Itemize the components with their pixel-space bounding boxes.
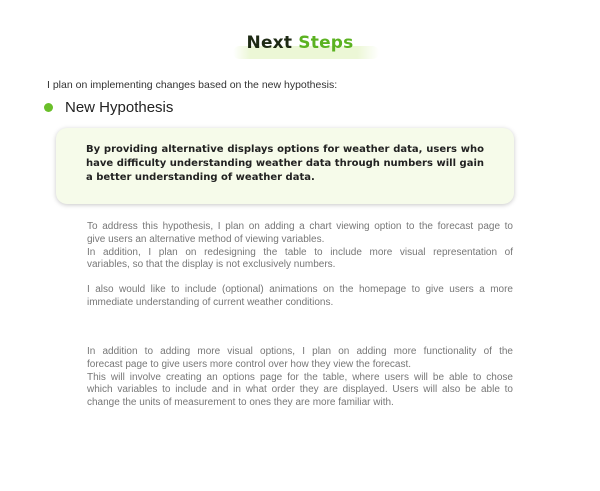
paragraph-line: immediate understanding of current weath… — [87, 296, 334, 308]
title-container: Next Steps — [0, 30, 600, 59]
page-title-word-1: Next — [246, 33, 293, 53]
paragraph-line: I also would like to include (optional) … — [87, 284, 513, 295]
paragraph-line: This will involve creating an options pa… — [87, 371, 513, 383]
hypothesis-bullet: New Hypothesis — [44, 99, 173, 116]
paragraph-line: To address this hypothesis, I plan on ad… — [87, 221, 513, 232]
paragraph-line: forecast page to give users more control… — [87, 358, 412, 370]
bullet-heading: New Hypothesis — [65, 99, 174, 116]
intro-text: I plan on implementing changes based on … — [47, 79, 338, 91]
paragraph-1: To address this hypothesis, I plan on ad… — [87, 221, 513, 272]
hypothesis-statement: By providing alternative displays option… — [86, 144, 484, 183]
paragraph-line: which variables to include and in what o… — [87, 384, 513, 396]
paragraph-3: In addition to adding more visual option… — [87, 346, 513, 410]
bullet-dot-icon — [44, 103, 53, 112]
paragraph-2: I also would like to include (optional) … — [87, 284, 513, 310]
paragraph-line: variables, so that the display is not ex… — [87, 259, 336, 271]
page-title: Next Steps — [232, 30, 380, 59]
paragraph-line: In addition, I plan on redesigning the t… — [87, 246, 513, 258]
paragraph-line: In addition to adding more visual option… — [87, 346, 513, 357]
paragraph-line: give users an alternative method of view… — [87, 233, 325, 245]
hypothesis-card: By providing alternative displays option… — [56, 128, 514, 204]
paragraph-line: change the units of measurement to ones … — [87, 397, 394, 409]
page-title-word-2: Steps — [298, 33, 354, 53]
